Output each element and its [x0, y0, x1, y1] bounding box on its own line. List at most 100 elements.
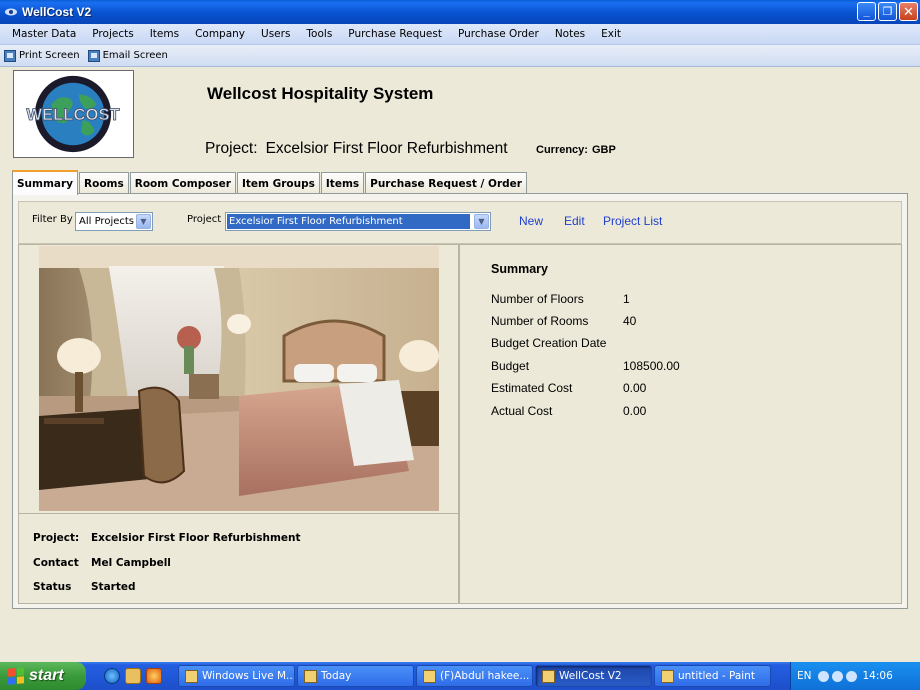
- summary-row: Number of Rooms 40: [491, 314, 636, 328]
- tab-items[interactable]: Items: [320, 172, 365, 194]
- detail-project-key: Project:: [33, 532, 80, 544]
- email-screen-button[interactable]: Email Screen: [84, 49, 172, 62]
- menu-company[interactable]: Company: [187, 28, 253, 40]
- currency: Currency: GBP: [536, 144, 616, 156]
- project-heading-name: Excelsior First Floor Refurbishment: [265, 140, 508, 157]
- app-icon: [542, 669, 555, 683]
- summary-title: Summary: [491, 262, 548, 276]
- ie-icon[interactable]: [104, 668, 120, 684]
- task-label: Today: [321, 670, 352, 682]
- detail-status-key: Status: [33, 581, 72, 593]
- print-icon: [4, 49, 16, 62]
- task-button[interactable]: Today: [297, 665, 414, 687]
- detail-status-value: Started: [91, 581, 136, 593]
- detail-project-value: Excelsior First Floor Refurbishment: [91, 532, 301, 544]
- summary-row: Number of Floors 1: [491, 292, 630, 306]
- summary-key: Budget: [491, 359, 530, 373]
- chevron-down-icon[interactable]: ▼: [136, 214, 151, 229]
- tab-purchase-request-order[interactable]: Purchase Request / Order: [365, 172, 527, 194]
- detail-contact-row: Contact Mel Campbell: [33, 557, 171, 569]
- app-icon: [304, 669, 317, 683]
- task-label: untitled - Paint: [678, 670, 755, 682]
- new-link[interactable]: New: [519, 214, 543, 228]
- company-logo: WELLCOST: [13, 70, 134, 158]
- tab-item-groups[interactable]: Item Groups: [236, 172, 320, 194]
- tab-room-composer[interactable]: Room Composer: [129, 172, 236, 194]
- windows-flag-icon: [8, 667, 24, 685]
- tab-rooms[interactable]: Rooms: [79, 172, 129, 194]
- menu-bar: Master Data Projects Items Company Users…: [0, 24, 920, 45]
- filter-by-label: Filter By: [32, 214, 73, 225]
- hotel-room-image: [39, 246, 439, 511]
- print-screen-label: Print Screen: [19, 50, 80, 61]
- summary-value: 1: [623, 292, 630, 306]
- summary-row: Actual Cost 0.00: [491, 404, 646, 418]
- menu-users[interactable]: Users: [253, 28, 298, 40]
- title-bar: WellCost V2 _ ❐ ✕: [0, 0, 920, 24]
- start-label: start: [29, 667, 64, 684]
- menu-purchase-order[interactable]: Purchase Order: [450, 28, 547, 40]
- language-indicator[interactable]: EN: [797, 670, 812, 682]
- summary-key: Number of Rooms: [491, 314, 589, 328]
- project-photo: [39, 246, 439, 511]
- detail-contact-key: Contact: [33, 557, 79, 569]
- detail-contact-value: Mel Campbell: [91, 557, 171, 569]
- filter-select[interactable]: All Projects ▼: [75, 212, 153, 231]
- menu-master-data[interactable]: Master Data: [0, 28, 84, 40]
- summary-key: Estimated Cost: [491, 381, 573, 395]
- app-icon: [5, 8, 17, 16]
- project-list-link[interactable]: Project List: [603, 214, 662, 228]
- minimize-button[interactable]: _: [857, 2, 876, 21]
- summary-key: Actual Cost: [491, 404, 553, 418]
- chevron-down-icon[interactable]: ▼: [474, 214, 489, 229]
- menu-purchase-request[interactable]: Purchase Request: [340, 28, 450, 40]
- close-button[interactable]: ✕: [899, 2, 918, 21]
- globe-logo-icon: WELLCOST: [14, 71, 133, 157]
- menu-tools[interactable]: Tools: [298, 28, 340, 40]
- window-title: WellCost V2: [22, 5, 92, 19]
- task-label: (F)Abdul hakee...: [440, 670, 530, 682]
- menu-exit[interactable]: Exit: [593, 28, 629, 40]
- app-icon: [423, 669, 436, 683]
- clock[interactable]: 14:06: [863, 670, 893, 682]
- quick-launch: [104, 668, 174, 684]
- project-select-label: Project: [187, 214, 222, 225]
- paint-icon: [661, 669, 674, 683]
- edit-link[interactable]: Edit: [564, 214, 585, 228]
- tab-summary[interactable]: Summary: [12, 170, 79, 195]
- panel-divider: [19, 513, 458, 514]
- toolbar: Print Screen Email Screen: [0, 45, 920, 67]
- project-heading: Project: Excelsior First Floor Refurbish…: [205, 140, 508, 158]
- task-label: Windows Live M...: [202, 670, 295, 682]
- email-screen-label: Email Screen: [102, 50, 168, 61]
- currency-value: GBP: [591, 144, 616, 156]
- maximize-button[interactable]: ❐: [878, 2, 897, 21]
- summary-row: Budget Creation Date: [491, 336, 623, 350]
- security-icon[interactable]: [845, 670, 857, 682]
- volume-icon[interactable]: [831, 670, 843, 682]
- task-button[interactable]: untitled - Paint: [654, 665, 771, 687]
- summary-key: Budget Creation Date: [491, 336, 607, 350]
- network-icon[interactable]: [817, 670, 829, 682]
- task-list: Windows Live M... Today (F)Abdul hakee..…: [178, 665, 771, 687]
- project-heading-label: Project:: [205, 140, 258, 157]
- media-icon[interactable]: [125, 668, 141, 684]
- task-button[interactable]: Windows Live M...: [178, 665, 295, 687]
- menu-notes[interactable]: Notes: [547, 28, 593, 40]
- task-button[interactable]: (F)Abdul hakee...: [416, 665, 533, 687]
- menu-items[interactable]: Items: [142, 28, 187, 40]
- task-label: WellCost V2: [559, 670, 622, 682]
- system-title: Wellcost Hospitality System: [207, 84, 434, 103]
- summary-value: 0.00: [623, 404, 647, 418]
- tab-strip: Summary Rooms Room Composer Item Groups …: [12, 170, 528, 195]
- system-tray: EN 14:06: [790, 662, 920, 690]
- print-screen-button[interactable]: Print Screen: [0, 49, 84, 62]
- currency-label: Currency:: [536, 144, 588, 156]
- start-button[interactable]: start: [0, 662, 86, 690]
- project-select[interactable]: Excelsior First Floor Refurbishment ▼: [225, 212, 491, 231]
- browser-icon[interactable]: [146, 668, 162, 684]
- task-button[interactable]: WellCost V2: [535, 665, 652, 687]
- detail-project-row: Project: Excelsior First Floor Refurbish…: [33, 532, 301, 544]
- menu-projects[interactable]: Projects: [84, 28, 141, 40]
- filter-select-value: All Projects: [79, 216, 134, 227]
